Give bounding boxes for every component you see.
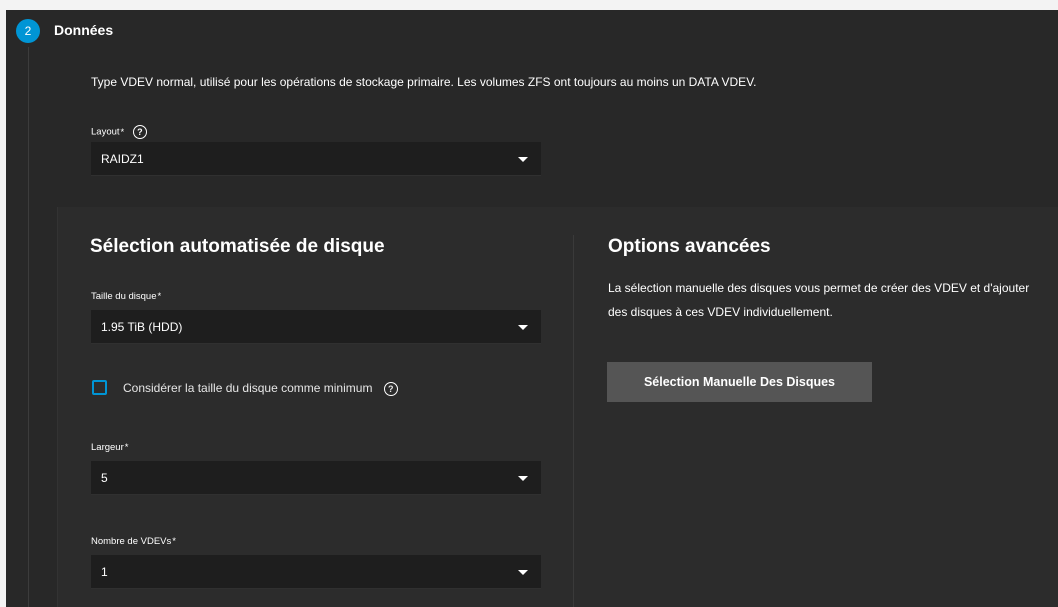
required-asterisk: * (120, 126, 125, 138)
layout-label: Layout* ? (91, 125, 147, 139)
width-select[interactable]: 5 (91, 461, 541, 495)
vdev-count-label-text: Nombre de VDEVs (91, 536, 172, 547)
advanced-options-title: Options avancées (608, 236, 771, 257)
vdev-count-select-value: 1 (101, 565, 108, 579)
width-select-value: 5 (101, 471, 108, 485)
help-circle-icon[interactable]: ? (383, 381, 398, 396)
section-divider (573, 235, 574, 607)
vdev-count-select[interactable]: 1 (91, 555, 541, 589)
auto-selection-title: Sélection automatisée de disque (90, 236, 385, 257)
layout-label-text: Layout (91, 126, 120, 138)
width-label-text: Largeur (91, 442, 124, 453)
min-size-checkbox[interactable] (92, 380, 107, 395)
layout-select-value: RAIDZ1 (101, 152, 144, 166)
disk-size-select-value: 1.95 TiB (HDD) (101, 320, 183, 334)
required-asterisk: * (157, 291, 162, 302)
required-asterisk: * (172, 536, 176, 547)
required-asterisk: * (124, 442, 129, 453)
step-description: Type VDEV normal, utilisé pour les opéra… (91, 75, 757, 89)
manual-disk-selection-button[interactable]: Sélection Manuelle Des Disques (607, 362, 872, 402)
width-label: Largeur* (91, 442, 128, 453)
min-size-checkbox-text: Considérer la taille du disque comme min… (123, 381, 373, 395)
advanced-options-text: La sélection manuelle des disques vous p… (608, 281, 1030, 319)
vdev-config-card (57, 207, 1058, 607)
chevron-down-icon (518, 570, 528, 575)
step-number-badge: 2 (16, 19, 40, 43)
disk-size-label: Taille du disque* (91, 291, 161, 302)
chevron-down-icon (518, 157, 528, 162)
data-step-panel: 2 Données Type VDEV normal, utilisé pour… (6, 10, 1058, 607)
chevron-down-icon (518, 325, 528, 330)
help-circle-icon[interactable]: ? (132, 125, 147, 139)
stepper-line (28, 47, 29, 607)
step-title[interactable]: Données (54, 22, 113, 38)
chevron-down-icon (518, 476, 528, 481)
disk-size-select[interactable]: 1.95 TiB (HDD) (91, 310, 541, 344)
layout-select[interactable]: RAIDZ1 (91, 142, 541, 176)
vdev-count-label: Nombre de VDEVs* (91, 536, 176, 547)
disk-size-label-text: Taille du disque (91, 291, 157, 302)
min-size-checkbox-label[interactable]: Considérer la taille du disque comme min… (123, 381, 398, 396)
